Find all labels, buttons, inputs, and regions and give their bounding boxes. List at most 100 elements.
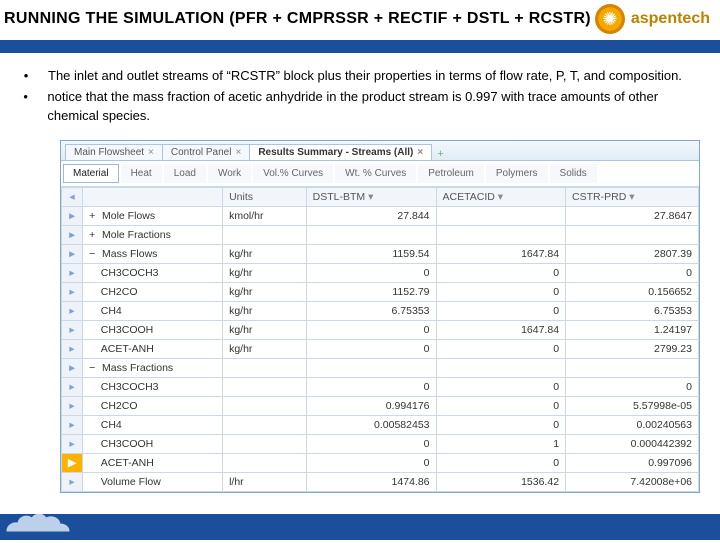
cell-value[interactable]: 0: [306, 453, 436, 472]
subtab-solids[interactable]: Solids: [550, 164, 597, 183]
cell-value[interactable]: 27.844: [306, 206, 436, 225]
cell-value[interactable]: 0: [436, 377, 566, 396]
cell-value[interactable]: 0: [436, 396, 566, 415]
chevron-down-icon[interactable]: ▾: [498, 191, 503, 203]
tab-main-flowsheet[interactable]: Main Flowsheet×: [65, 144, 163, 160]
brand-logo: ✺ aspentech: [595, 4, 710, 34]
cell-value[interactable]: 0: [436, 453, 566, 472]
row-label: CH3COOH: [83, 434, 223, 453]
subtab-heat[interactable]: Heat: [121, 164, 162, 183]
cell-value[interactable]: 0.00240563: [566, 415, 699, 434]
cell-value[interactable]: 2799.23: [566, 339, 699, 358]
cell-value[interactable]: 1152.79: [306, 282, 436, 301]
row-label: + Mole Flows: [83, 206, 223, 225]
cell-value[interactable]: 1647.84: [436, 320, 566, 339]
col-stream-3[interactable]: CSTR-PRD ▾: [566, 187, 699, 206]
cell-value[interactable]: 1.24197: [566, 320, 699, 339]
col-stream-2[interactable]: ACETACID ▾: [436, 187, 566, 206]
add-tab-icon[interactable]: +: [431, 148, 449, 160]
cell-value[interactable]: [436, 358, 566, 377]
row-label: CH4: [83, 415, 223, 434]
subtab-volcurves[interactable]: Vol.% Curves: [253, 164, 333, 183]
cell-value[interactable]: 0: [436, 339, 566, 358]
cell-value[interactable]: 0: [306, 434, 436, 453]
cell-value[interactable]: 6.75353: [306, 301, 436, 320]
row-handle[interactable]: ▸: [62, 320, 83, 339]
cell-value[interactable]: 7.42008e+06: [566, 472, 699, 491]
cell-value[interactable]: 2807.39: [566, 244, 699, 263]
expand-all-icon[interactable]: ◂: [62, 187, 83, 206]
cell-value[interactable]: 0.000442392: [566, 434, 699, 453]
cell-value[interactable]: [306, 225, 436, 244]
cell-value[interactable]: 0.156652: [566, 282, 699, 301]
col-stream-1[interactable]: DSTL-BTM ▾: [306, 187, 436, 206]
cell-value[interactable]: [306, 358, 436, 377]
row-handle[interactable]: ▶: [62, 453, 83, 472]
cell-value[interactable]: 0: [566, 263, 699, 282]
cell-value[interactable]: 0: [306, 377, 436, 396]
row-label: ACET-ANH: [83, 339, 223, 358]
cell-value[interactable]: 0.00582453: [306, 415, 436, 434]
row-handle[interactable]: ▸: [62, 358, 83, 377]
row-units: [223, 396, 307, 415]
cell-value[interactable]: 0.994176: [306, 396, 436, 415]
cell-value[interactable]: [436, 206, 566, 225]
bullet-1: The inlet and outlet streams of “RCSTR” …: [48, 67, 682, 86]
row-handle[interactable]: ▸: [62, 434, 83, 453]
row-handle[interactable]: ▸: [62, 339, 83, 358]
subtab-load[interactable]: Load: [164, 164, 206, 183]
cell-value[interactable]: 5.57998e-05: [566, 396, 699, 415]
cell-value[interactable]: 6.75353: [566, 301, 699, 320]
tab-control-panel[interactable]: Control Panel×: [162, 144, 250, 160]
cell-value[interactable]: 0: [566, 377, 699, 396]
cell-value[interactable]: 0: [306, 263, 436, 282]
row-handle[interactable]: ▸: [62, 301, 83, 320]
cell-value[interactable]: 0: [436, 263, 566, 282]
col-units: Units: [223, 187, 307, 206]
row-handle[interactable]: ▸: [62, 263, 83, 282]
cell-value[interactable]: [436, 225, 566, 244]
row-units: kg/hr: [223, 301, 307, 320]
close-icon[interactable]: ×: [148, 147, 154, 158]
cell-value[interactable]: 1159.54: [306, 244, 436, 263]
tab-results-streams[interactable]: Results Summary - Streams (All)×: [249, 144, 432, 160]
bullet-2: notice that the mass fraction of acetic …: [47, 88, 712, 126]
cell-value[interactable]: 0: [306, 320, 436, 339]
row-units: [223, 358, 307, 377]
cell-value[interactable]: [566, 225, 699, 244]
cell-value[interactable]: [566, 358, 699, 377]
row-units: l/hr: [223, 472, 307, 491]
cell-value[interactable]: 0.997096: [566, 453, 699, 472]
cell-value[interactable]: 0: [306, 339, 436, 358]
results-grid[interactable]: ◂ Units DSTL-BTM ▾ ACETACID ▾ CSTR-PRD ▾…: [61, 187, 699, 492]
row-label: CH3COCH3: [83, 377, 223, 396]
cell-value[interactable]: 0: [436, 415, 566, 434]
subtab-wtcurves[interactable]: Wt. % Curves: [335, 164, 416, 183]
row-handle[interactable]: ▸: [62, 225, 83, 244]
subtab-material[interactable]: Material: [63, 164, 119, 183]
row-handle[interactable]: ▸: [62, 415, 83, 434]
row-handle[interactable]: ▸: [62, 282, 83, 301]
cell-value[interactable]: 27.8647: [566, 206, 699, 225]
row-handle[interactable]: ▸: [62, 377, 83, 396]
cell-value[interactable]: 1536.42: [436, 472, 566, 491]
subtab-petroleum[interactable]: Petroleum: [418, 164, 484, 183]
row-handle[interactable]: ▸: [62, 472, 83, 491]
close-icon[interactable]: ×: [417, 147, 423, 158]
cell-value[interactable]: 0: [436, 301, 566, 320]
row-handle[interactable]: ▸: [62, 244, 83, 263]
row-units: [223, 415, 307, 434]
cell-value[interactable]: 1474.86: [306, 472, 436, 491]
cell-value[interactable]: 1647.84: [436, 244, 566, 263]
row-handle[interactable]: ▸: [62, 396, 83, 415]
cell-value[interactable]: 1: [436, 434, 566, 453]
chevron-down-icon[interactable]: ▾: [629, 191, 634, 203]
cell-value[interactable]: 0: [436, 282, 566, 301]
row-handle[interactable]: ▸: [62, 206, 83, 225]
sub-tabstrip: Material Heat Load Work Vol.% Curves Wt.…: [61, 161, 699, 187]
chevron-down-icon[interactable]: ▾: [368, 191, 373, 203]
subtab-polymers[interactable]: Polymers: [486, 164, 548, 183]
subtab-work[interactable]: Work: [208, 164, 251, 183]
row-units: [223, 225, 307, 244]
close-icon[interactable]: ×: [235, 147, 241, 158]
